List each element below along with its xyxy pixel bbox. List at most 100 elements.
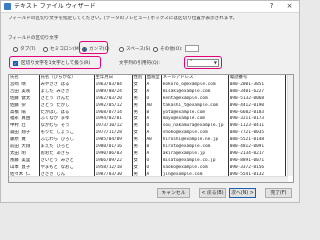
table-cell: AB bbox=[145, 102, 162, 110]
table-cell: 080-5521-0148 bbox=[228, 137, 286, 145]
table-cell: 血液型 bbox=[145, 75, 162, 82]
table-cell: 男 bbox=[132, 102, 146, 110]
table-cell: たかはし はる bbox=[39, 109, 95, 117]
delimiter-tab-option[interactable]: タブ(T) bbox=[13, 45, 36, 53]
table-cell: 前田 大翔 bbox=[9, 144, 40, 151]
table-cell: 080-7721-0035 bbox=[228, 130, 286, 138]
table-cell: hiroto@example.com bbox=[161, 144, 229, 151]
table-cell: 1958/12/18 bbox=[94, 164, 133, 172]
table-row: 佐藤 健太 さとう けんた 1962/03/20 男 Okenta@example.co… bbox=[9, 95, 286, 103]
other-delimiter-input[interactable] bbox=[185, 45, 199, 52]
delimiter-other-option[interactable]: その他(O): bbox=[153, 45, 183, 53]
table-cell: メールアドレス bbox=[161, 75, 229, 82]
radio-icon[interactable] bbox=[119, 46, 124, 52]
table-cell: misaki@example.com bbox=[161, 88, 229, 96]
qualifier-highlight-box bbox=[184, 56, 222, 69]
table-cell: 山本 直子 bbox=[9, 164, 40, 172]
table-cell: 080-3401-6227 bbox=[228, 88, 286, 96]
table-cell: 1968/07/14 bbox=[94, 109, 133, 117]
table-cell: shoko@example.com bbox=[161, 130, 229, 138]
finish-button[interactable]: 完了(F) bbox=[265, 188, 292, 198]
table-cell: 女 bbox=[132, 157, 146, 165]
close-button[interactable]: × bbox=[283, 1, 296, 12]
table-row: 斎藤 美里 さいとう みさと 1966/09/22 女 Omisato@example.… bbox=[9, 157, 286, 165]
horizontal-scrollbar[interactable] bbox=[9, 176, 288, 182]
table-cell: 1990/06/03 bbox=[94, 150, 133, 158]
table-cell: A bbox=[145, 88, 162, 96]
next-button[interactable]: 次へ(N) > bbox=[229, 188, 256, 198]
table-cell: 090-1123-0411 bbox=[228, 123, 286, 131]
table-cell: 1962/03/20 bbox=[94, 95, 133, 103]
table-cell: さいとう みさと bbox=[39, 157, 95, 165]
delimiter-tab-label: タブ(T) bbox=[20, 47, 36, 52]
table-cell: mayu@example.com bbox=[161, 116, 229, 124]
table-cell: 福永 真由 bbox=[9, 116, 40, 124]
table-cell: 男 bbox=[132, 95, 146, 103]
table-cell: kenta@example.com bbox=[161, 95, 229, 103]
table-cell: 090-3372-0156 bbox=[228, 164, 286, 172]
table-cell: 吉田 美咲 bbox=[9, 88, 40, 96]
table-cell: O bbox=[145, 123, 162, 131]
table-cell: A bbox=[145, 130, 162, 138]
data-preview[interactable]: 氏名 氏名（ひらがな） 生年月日 性別 血液型 メールアドレス 電話番号 宮崎 晴みやざき は… bbox=[8, 74, 294, 183]
vertical-scrollbar[interactable] bbox=[287, 75, 293, 176]
table-cell: 女 bbox=[132, 164, 146, 172]
table-cell: やまもと なおこ bbox=[39, 164, 95, 172]
table-cell: A bbox=[145, 81, 162, 89]
table-cell: みやざき はる bbox=[39, 81, 95, 89]
delimiter-space-option[interactable]: スペース(S) bbox=[119, 45, 150, 53]
table-cell: 1977/11/28 bbox=[94, 130, 133, 138]
table-cell: よしだ みさき bbox=[39, 88, 95, 96]
table-cell: 女 bbox=[132, 130, 146, 138]
text-qualifier-label: 文字列の引用符(Q): bbox=[119, 61, 160, 66]
table-cell: 090-8891-0071 bbox=[228, 157, 286, 165]
table-cell: ふくなが まゆ bbox=[39, 116, 95, 124]
table-cell: A bbox=[145, 116, 162, 124]
window-title: テキスト ファイル ウィザード bbox=[14, 3, 96, 10]
table-cell: 中村 壮 bbox=[9, 123, 40, 131]
table-cell: ふじわら ひろし bbox=[39, 137, 95, 145]
table-cell: kokoro_o@example.com bbox=[161, 81, 229, 89]
table-cell: akira@example.jp bbox=[161, 150, 229, 158]
table-cell: 女 bbox=[132, 116, 146, 124]
table-cell: 氏名 bbox=[9, 75, 40, 82]
instructions-text: フィールドの区切り文字を指定してください。[データのプレビュー] ボックスには区… bbox=[8, 16, 238, 21]
table-cell: 男 bbox=[132, 123, 146, 131]
table-row: 宮崎 晴みやざき はる 1963/03/04 女 Akokoro_o@example.… bbox=[9, 81, 286, 89]
table-cell: O bbox=[145, 164, 162, 172]
table-cell: おおた あきら bbox=[39, 150, 95, 158]
table-row: 佐藤 崇さとう たかし 1992/05/12 男 AB takashi_t@exampl… bbox=[9, 102, 286, 110]
table-cell: 高橋 陽 bbox=[9, 109, 40, 117]
title-bar: テキスト ファイル ウィザード ? × bbox=[1, 1, 299, 13]
table-cell: 生年月日 bbox=[94, 75, 133, 82]
radio-icon[interactable] bbox=[13, 46, 18, 52]
delimiter-semicolon-option[interactable]: セミコロン(M) bbox=[43, 45, 81, 53]
table-cell: O bbox=[145, 157, 162, 165]
table-cell: さとう たかし bbox=[39, 102, 95, 110]
table-cell: 男 bbox=[132, 150, 146, 158]
table-cell: 宮崎 晴 bbox=[9, 81, 40, 89]
table-cell: O bbox=[145, 95, 162, 103]
table-cell: 1980/01/16 bbox=[94, 144, 133, 151]
help-button[interactable]: ? bbox=[265, 1, 278, 12]
table-cell: 090-3211-0173 bbox=[228, 116, 286, 124]
back-button[interactable]: < 戻る(B) bbox=[199, 188, 226, 198]
table-cell: 佐藤 健太 bbox=[9, 95, 40, 103]
table-cell: 男 bbox=[132, 144, 146, 151]
table-cell: 男 bbox=[132, 109, 146, 117]
table-cell: 090-6602-0183 bbox=[228, 109, 286, 117]
table-cell: 1992/05/12 bbox=[94, 102, 133, 110]
table-cell: 女 bbox=[132, 81, 146, 89]
radio-icon[interactable] bbox=[43, 46, 48, 52]
radio-icon[interactable] bbox=[153, 46, 158, 52]
table-cell: misato@example.co.jp bbox=[161, 157, 229, 165]
table-cell: sou_nakamura@example.jp bbox=[161, 123, 229, 131]
table-cell: 太田 明 bbox=[9, 150, 40, 158]
cancel-button[interactable]: キャンセル bbox=[157, 188, 190, 198]
preview-header-row: 氏名 氏名（ひらがな） 生年月日 性別 血液型 メールアドレス 電話番号 bbox=[9, 75, 286, 82]
table-cell: AB bbox=[145, 137, 162, 145]
table-row: 前田 大翔 まえだ ひろと 1980/01/16 男 Bhiroto@example.c… bbox=[9, 144, 286, 151]
table-cell: 1966/09/22 bbox=[94, 157, 133, 165]
table-cell: 1985/04/09 bbox=[94, 137, 133, 145]
table-cell: 1989/08/24 bbox=[94, 88, 133, 96]
